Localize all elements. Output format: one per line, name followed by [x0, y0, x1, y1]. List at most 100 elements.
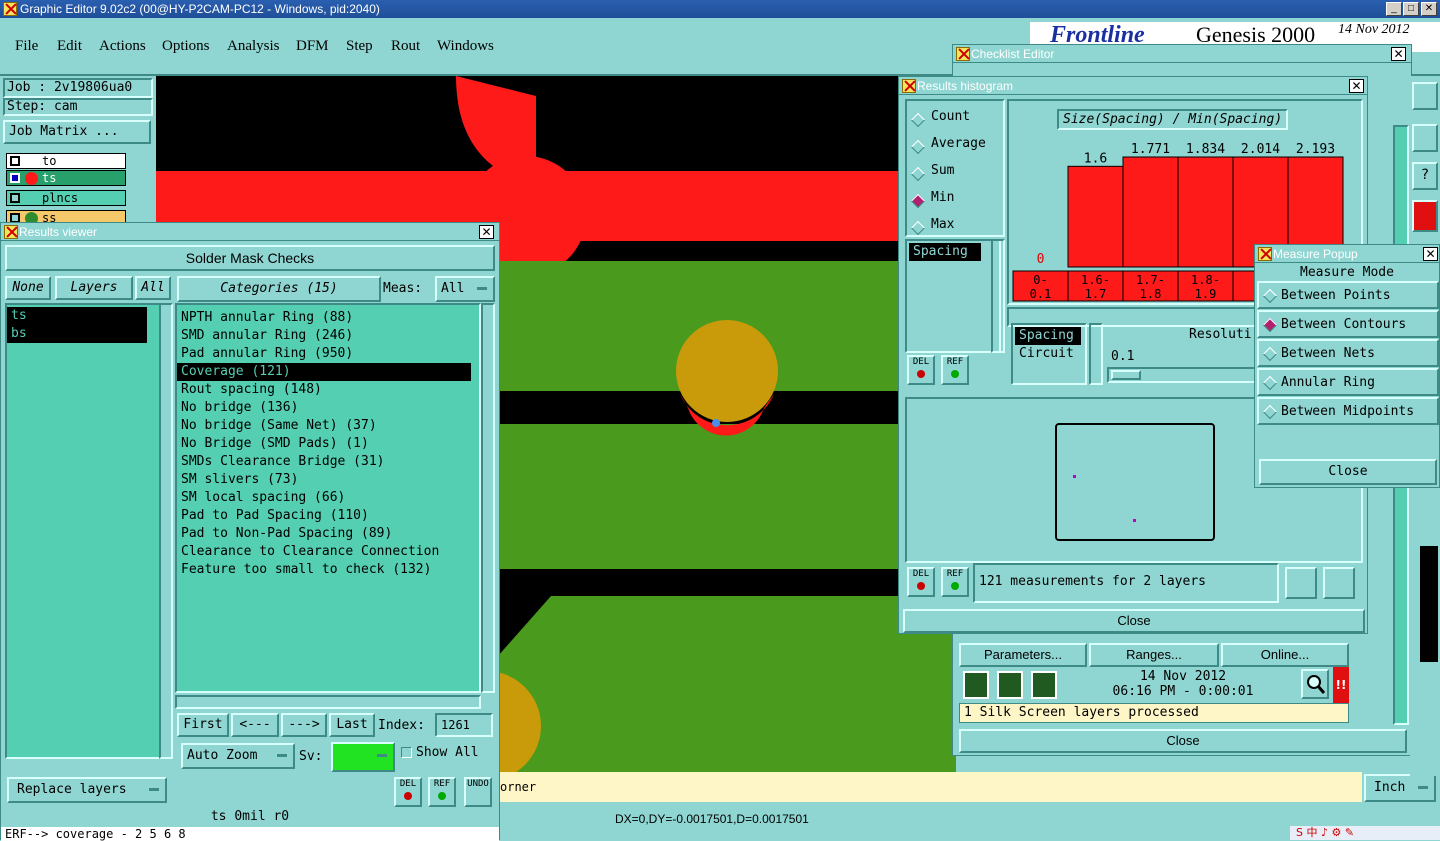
layers-all-button[interactable]: All [135, 276, 171, 300]
list-item[interactable]: NPTH annular Ring (88) [177, 309, 479, 327]
layer-checkbox[interactable] [10, 173, 20, 183]
layer-checkbox[interactable] [10, 193, 20, 203]
measure-option-between-midpoints[interactable]: Between Midpoints [1257, 397, 1439, 425]
menu-actions[interactable]: Actions [99, 38, 146, 55]
toolbar-grid-icon[interactable] [1412, 124, 1438, 152]
first-button[interactable]: First [177, 713, 229, 737]
radio-sum[interactable] [910, 166, 926, 182]
zoom-search-icon[interactable] [1301, 669, 1329, 699]
histogram-close-button[interactable]: Close [903, 609, 1365, 633]
radio-average[interactable] [910, 139, 926, 155]
meas-dropdown[interactable]: All [435, 276, 495, 302]
ref-button[interactable]: REF [941, 355, 969, 385]
categories-hscrollbar[interactable] [175, 695, 481, 709]
minimize-button[interactable]: _ [1386, 2, 1402, 16]
replace-layers-dropdown[interactable]: Replace layers [7, 777, 167, 803]
list-item[interactable]: Pad to Pad Spacing (110) [177, 507, 479, 525]
undo-button[interactable]: UNDO [464, 777, 492, 807]
layer-row-to[interactable]: to [6, 153, 126, 169]
online-button[interactable]: Online... [1221, 643, 1349, 667]
close-icon[interactable]: ✕ [1391, 47, 1406, 61]
sv-color-dropdown[interactable] [331, 742, 395, 772]
list-item[interactable]: No Bridge (SMD Pads) (1) [177, 435, 479, 453]
radio-max[interactable] [910, 220, 926, 236]
layers-toggle-button[interactable]: Layers [55, 276, 133, 300]
measure-option-between-contours[interactable]: Between Contours [1257, 310, 1439, 338]
run-icon[interactable] [963, 671, 989, 699]
show-all-checkbox[interactable] [401, 747, 412, 758]
run-selected-icon[interactable] [997, 671, 1023, 699]
del-button[interactable]: DEL [394, 777, 422, 807]
last-button[interactable]: Last [329, 713, 375, 737]
list-item[interactable]: SM local spacing (66) [177, 489, 479, 507]
unit-dropdown[interactable]: Inch [1364, 774, 1436, 802]
field-list-scrollbar[interactable] [991, 239, 1005, 353]
solder-mask-checks-header[interactable]: Solder Mask Checks [5, 245, 495, 271]
close-icon[interactable]: ✕ [1349, 79, 1364, 93]
histogram-bar[interactable] [1122, 156, 1179, 268]
list-item[interactable]: No bridge (Same Net) (37) [177, 417, 479, 435]
list-item[interactable]: Spacing [1015, 327, 1081, 345]
prev-button[interactable]: <--- [231, 713, 279, 737]
histogram-field-list[interactable]: Spacing [905, 239, 1001, 353]
toolbar-alert-icon[interactable] [1412, 200, 1438, 232]
menu-file[interactable]: File [15, 38, 38, 55]
ref-button[interactable]: REF [941, 567, 969, 597]
histogram-bar[interactable] [1067, 165, 1124, 268]
list-item[interactable]: Rout spacing (148) [177, 381, 479, 399]
measure-option-between-points[interactable]: Between Points [1257, 281, 1439, 309]
job-matrix-button[interactable]: Job Matrix ... [3, 120, 151, 144]
menu-edit[interactable]: Edit [57, 38, 82, 55]
measure-option-annular-ring[interactable]: Annular Ring [1257, 368, 1439, 396]
menu-windows[interactable]: Windows [437, 38, 494, 55]
slider-handle[interactable] [1111, 370, 1141, 380]
checklist-close-button[interactable]: Close [959, 729, 1407, 753]
list-item[interactable]: Clearance to Clearance Connection [177, 543, 479, 561]
list-item[interactable]: bs [7, 325, 147, 343]
resolution-field-list[interactable]: Spacing Circuit [1011, 323, 1087, 385]
parameters-button[interactable]: Parameters... [959, 643, 1087, 667]
menu-analysis[interactable]: Analysis [227, 38, 280, 55]
report-icon[interactable] [1285, 567, 1317, 599]
auto-zoom-dropdown[interactable]: Auto Zoom [181, 743, 295, 769]
layer-list-scrollbar[interactable] [159, 303, 173, 759]
help-icon[interactable]: ? [1412, 162, 1438, 190]
layer-row-ts[interactable]: ts [6, 170, 126, 186]
del-button[interactable]: DEL [907, 355, 935, 385]
menu-options[interactable]: Options [162, 38, 210, 55]
list-item[interactable]: SMDs Clearance Bridge (31) [177, 453, 479, 471]
list-item[interactable]: Pad annular Ring (950) [177, 345, 479, 363]
measure-close-button[interactable]: Close [1259, 459, 1437, 485]
list-item[interactable]: Pad to Non-Pad Spacing (89) [177, 525, 479, 543]
layer-checkbox[interactable] [10, 156, 20, 166]
maximize-button[interactable]: □ [1403, 2, 1419, 16]
list-item[interactable]: Coverage (121) [177, 363, 471, 381]
close-icon[interactable]: ✕ [479, 225, 494, 239]
list-item[interactable]: Feature too small to check (132) [177, 561, 479, 579]
layer-list[interactable]: ts bs [5, 303, 165, 759]
radio-min[interactable] [910, 193, 926, 209]
next-button[interactable]: ---> [281, 713, 327, 737]
ranges-button[interactable]: Ranges... [1089, 643, 1219, 667]
list-item[interactable]: Circuit [1013, 345, 1085, 363]
list-item[interactable]: ts [7, 307, 147, 325]
menu-step[interactable]: Step [346, 38, 373, 55]
index-input[interactable] [435, 713, 493, 737]
export-icon[interactable] [1323, 567, 1355, 599]
resolution-list-scrollbar[interactable] [1089, 323, 1103, 385]
categories-button[interactable]: Categories (15) [177, 276, 381, 302]
close-icon[interactable]: ✕ [1423, 247, 1438, 261]
del-button[interactable]: DEL [907, 567, 935, 597]
close-window-button[interactable]: ✕ [1421, 2, 1437, 16]
histogram-bar[interactable] [1177, 156, 1234, 268]
measure-option-between-nets[interactable]: Between Nets [1257, 339, 1439, 367]
toolbar-view-icon[interactable] [1412, 82, 1438, 110]
list-item[interactable]: Spacing [909, 243, 981, 261]
list-item[interactable]: SM slivers (73) [177, 471, 479, 489]
ref-button[interactable]: REF [428, 777, 456, 807]
radio-count[interactable] [910, 112, 926, 128]
list-item[interactable]: No bridge (136) [177, 399, 479, 417]
categories-scrollbar[interactable] [481, 303, 495, 693]
layers-none-button[interactable]: None [5, 276, 51, 300]
menu-rout[interactable]: Rout [391, 38, 420, 55]
